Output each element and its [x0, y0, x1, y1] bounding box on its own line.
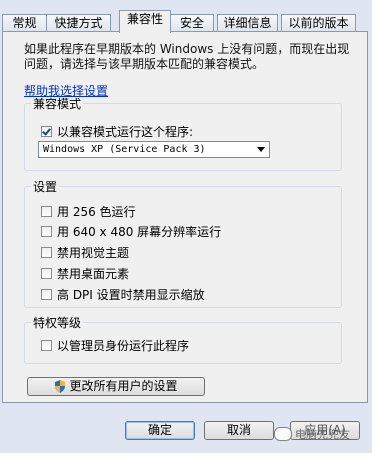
change-all-users-label: 更改所有用户的设置: [69, 379, 178, 393]
setting-row-desktop-composition[interactable]: 禁用桌面元素: [41, 265, 129, 281]
shield-icon: [55, 380, 66, 393]
tab-bar: 常规 快捷方式 兼容性 安全 详细信息 以前的版本: [2, 10, 368, 33]
tab-general[interactable]: 常规: [2, 14, 47, 31]
setting-label: 禁用桌面元素: [57, 266, 130, 281]
intro-text: 如果此程序在早期版本的 Windows 上没有问题，而现在出现问题，请选择与该早…: [24, 42, 350, 71]
tab-details[interactable]: 详细信息: [217, 14, 278, 31]
compat-mode-checkbox[interactable]: [41, 125, 52, 137]
tab-security[interactable]: 安全: [170, 14, 214, 31]
chevron-down-icon: [257, 147, 265, 152]
setting-checkbox-256-colors[interactable]: [41, 205, 52, 217]
setting-row-256-colors[interactable]: 用 256 色运行: [41, 203, 136, 219]
tab-compatibility[interactable]: 兼容性: [119, 10, 171, 33]
setting-checkbox-desktop-composition[interactable]: [41, 267, 52, 279]
setting-row-visual-themes[interactable]: 禁用视觉主题: [41, 244, 129, 260]
run-as-admin-row[interactable]: 以管理员身份运行此程序: [41, 337, 189, 353]
run-as-admin-label: 以管理员身份运行此程序: [57, 338, 190, 353]
ok-button[interactable]: 确定: [125, 421, 195, 440]
setting-row-640x480[interactable]: 用 640 x 480 屏幕分辨率运行: [41, 223, 221, 239]
compat-mode-row[interactable]: 以兼容模式运行这个程序:: [41, 123, 193, 139]
settings-title: 设置: [33, 180, 58, 194]
setting-checkbox-high-dpi[interactable]: [41, 288, 52, 300]
watermark: 电脑兜兜友: [274, 426, 350, 442]
setting-label: 禁用视觉主题: [57, 245, 130, 260]
cancel-button[interactable]: 取消: [204, 421, 274, 440]
setting-checkbox-visual-themes[interactable]: [41, 246, 52, 258]
setting-label: 用 256 色运行: [57, 204, 136, 219]
run-as-admin-checkbox[interactable]: [41, 339, 52, 351]
privilege-title: 特权等级: [33, 316, 82, 330]
watermark-text: 电脑兜兜友: [295, 428, 350, 441]
setting-checkbox-640x480[interactable]: [41, 225, 52, 237]
os-version-select[interactable]: Windows XP (Service Pack 3): [38, 141, 270, 158]
setting-row-high-dpi[interactable]: 高 DPI 设置时禁用显示缩放: [41, 286, 205, 302]
chat-bubble-icon: [274, 427, 292, 441]
compat-mode-label: 以兼容模式运行这个程序:: [57, 124, 194, 139]
setting-label: 高 DPI 设置时禁用显示缩放: [57, 287, 205, 302]
os-version-value: Windows XP (Service Pack 3): [43, 144, 206, 155]
tab-shortcut[interactable]: 快捷方式: [46, 14, 111, 31]
properties-window: 常规 快捷方式 兼容性 安全 详细信息 以前的版本 如果此程序在早期版本的 Wi…: [0, 0, 372, 453]
change-all-users-button[interactable]: 更改所有用户的设置: [27, 377, 205, 396]
setting-label: 用 640 x 480 屏幕分辨率运行: [57, 224, 222, 239]
compat-mode-title: 兼容模式: [33, 97, 82, 111]
tab-previous-versions[interactable]: 以前的版本: [281, 14, 356, 31]
